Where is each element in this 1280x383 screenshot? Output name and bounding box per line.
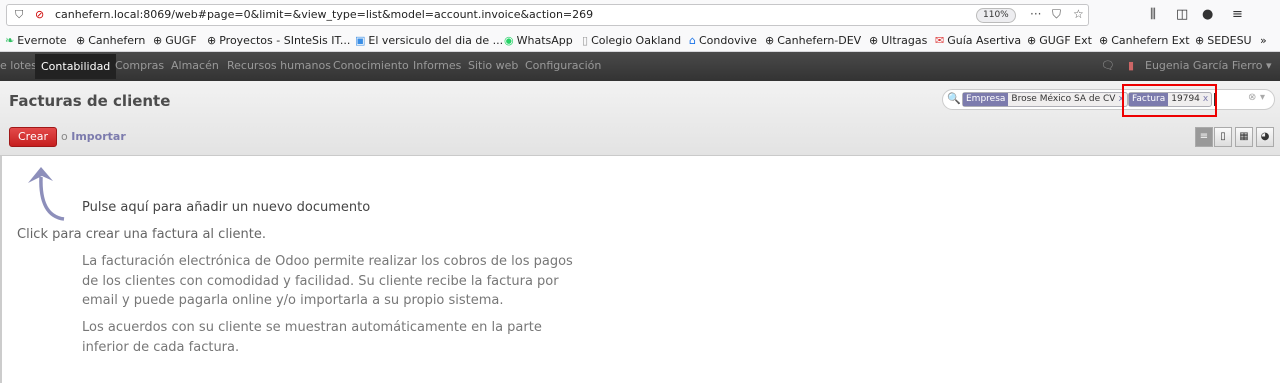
caret-down-icon: ▾ bbox=[1266, 59, 1272, 72]
help-subtitle: Click para crear una factura al cliente. bbox=[17, 227, 267, 242]
search-box[interactable]: 🔍 Empresa Brose México SA de CV x Factura 1… bbox=[942, 89, 1275, 110]
zoom-badge[interactable]: 110% bbox=[976, 8, 1016, 23]
bookmark-whatsapp[interactable]: ◉ WhatsApp bbox=[504, 34, 573, 47]
shield-icon[interactable]: ⛉ bbox=[15, 8, 23, 22]
calendar-view-icon[interactable]: ▦ bbox=[1235, 127, 1253, 147]
search-icon[interactable]: 🔍 bbox=[947, 92, 961, 105]
bookmark-sedesu[interactable]: ⊕ SEDESU bbox=[1195, 34, 1252, 47]
menu-configuracion[interactable]: Configuración bbox=[525, 59, 601, 72]
whatsapp-icon: ◉ bbox=[504, 34, 514, 47]
bookmarks-bar: ❧ Evernote ⊕ Canhefern ⊕ GUGF ⊕ Proyectos - … bbox=[0, 30, 1280, 52]
facet-category: Empresa bbox=[963, 93, 1009, 106]
account-icon[interactable]: ● bbox=[1202, 7, 1213, 22]
bookmark-condovive[interactable]: ⌂ Condovive bbox=[689, 34, 757, 47]
url-bar[interactable]: ⛉ ⊘ canhefern.local:8069/web#page=0&limi… bbox=[6, 4, 1089, 26]
more-bookmarks-icon[interactable]: » bbox=[1260, 34, 1267, 47]
form-view-icon[interactable]: ▯ bbox=[1214, 127, 1232, 147]
odoo-top-menu: e lotes Contabilidad Compras Almacén Rec… bbox=[0, 52, 1280, 81]
browser-toolbar: ⛉ ⊘ canhefern.local:8069/web#page=0&limi… bbox=[0, 0, 1280, 30]
house-icon: ⌂ bbox=[689, 34, 696, 47]
import-wrap: o Importar bbox=[61, 130, 126, 143]
graph-view-icon[interactable]: ◕ bbox=[1256, 127, 1274, 147]
create-button[interactable]: Crear bbox=[9, 127, 57, 147]
pocket-icon[interactable]: ⛉ bbox=[1052, 7, 1061, 22]
menu-icon[interactable]: ≡ bbox=[1232, 7, 1243, 22]
menu-sitio-web[interactable]: Sitio web bbox=[468, 59, 518, 72]
bookmark-gugf-ext[interactable]: ⊕ GUGF Ext bbox=[1027, 34, 1092, 47]
sidebar-icon[interactable]: ◫ bbox=[1176, 7, 1188, 22]
page-icon: ▯ bbox=[582, 34, 589, 47]
bookmark-ultragas[interactable]: ⊕ Ultragas bbox=[869, 34, 927, 47]
menu-recursos-humanos[interactable]: Recursos humanos bbox=[227, 59, 331, 72]
url-text[interactable]: canhefern.local:8069/web#page=0&limit=&v… bbox=[55, 8, 593, 21]
globe-icon: ⊕ bbox=[207, 34, 217, 47]
mail-icon: ✉ bbox=[935, 34, 945, 47]
bookmark-proyectos[interactable]: ⊕ Proyectos - SInteSis IT... bbox=[207, 34, 350, 47]
globe-icon: ⊕ bbox=[1027, 34, 1037, 47]
clear-search-icon[interactable]: ⊗ bbox=[1248, 92, 1256, 103]
bookmark-gugf[interactable]: ⊕ GUGF bbox=[153, 34, 197, 47]
image-icon: ▣ bbox=[355, 34, 366, 47]
bookmark-canhefern-dev[interactable]: ⊕ Canhefern-DEV bbox=[765, 34, 861, 47]
menu-lotes[interactable]: e lotes bbox=[0, 59, 37, 72]
page-actions-icon[interactable]: ··· bbox=[1030, 7, 1041, 21]
help-paragraph: La facturación electrónica de Odoo permi… bbox=[82, 254, 573, 308]
menu-compras[interactable]: Compras bbox=[115, 59, 164, 72]
library-icon[interactable]: ⫼ bbox=[1150, 7, 1156, 22]
help-title: Pulse aquí para añadir un nuevo document… bbox=[82, 200, 371, 215]
globe-icon: ⊕ bbox=[765, 34, 775, 47]
list-view-icon[interactable]: ≡ bbox=[1195, 127, 1213, 147]
up-arrow-icon bbox=[28, 167, 65, 221]
evernote-icon: ❧ bbox=[5, 34, 15, 47]
globe-icon: ⊕ bbox=[1099, 34, 1109, 47]
globe-icon: ⊕ bbox=[153, 34, 163, 47]
chat-icon[interactable]: 🗨 bbox=[1101, 59, 1115, 72]
control-panel: Facturas de cliente 🔍 Empresa Brose Méxic… bbox=[0, 81, 1280, 156]
avatar[interactable]: ▮ bbox=[1128, 59, 1134, 72]
insecure-lock-icon[interactable]: ⊘ bbox=[35, 8, 44, 21]
bookmark-guia-asertiva[interactable]: ✉ Guía Asertiva bbox=[935, 34, 1021, 47]
bookmark-versiculo[interactable]: ▣ El versiculo del dia de ... bbox=[355, 34, 503, 47]
user-menu[interactable]: Eugenia García Fierro ▾ bbox=[1145, 59, 1272, 72]
menu-contabilidad[interactable]: Contabilidad bbox=[35, 54, 117, 79]
bookmark-star-icon[interactable]: ☆ bbox=[1073, 7, 1084, 21]
facet-value: Brose México SA de CV bbox=[1011, 94, 1116, 104]
facet-empresa[interactable]: Empresa Brose México SA de CV x bbox=[962, 92, 1128, 107]
menu-informes[interactable]: Informes bbox=[413, 59, 461, 72]
bookmark-evernote[interactable]: ❧ Evernote bbox=[5, 34, 67, 47]
globe-icon: ⊕ bbox=[869, 34, 879, 47]
bookmark-canhefern[interactable]: ⊕ Canhefern bbox=[76, 34, 145, 47]
page-title: Facturas de cliente bbox=[9, 92, 171, 110]
highlight-box bbox=[1122, 84, 1217, 117]
menu-almacen[interactable]: Almacén bbox=[171, 59, 219, 72]
help-paragraph: Los acuerdos con su cliente se muestran … bbox=[82, 320, 542, 355]
menu-conocimiento[interactable]: Conocimiento bbox=[333, 59, 409, 72]
globe-icon: ⊕ bbox=[1195, 34, 1205, 47]
bookmark-colegio[interactable]: ▯ Colegio Oakland bbox=[582, 34, 681, 47]
import-link[interactable]: Importar bbox=[71, 130, 126, 143]
bookmark-canhefern-ext[interactable]: ⊕ Canhefern Ext bbox=[1099, 34, 1190, 47]
search-options-icon[interactable]: ▾ bbox=[1260, 92, 1265, 103]
globe-icon: ⊕ bbox=[76, 34, 86, 47]
list-view-content: Pulse aquí para añadir un nuevo document… bbox=[0, 156, 1280, 383]
